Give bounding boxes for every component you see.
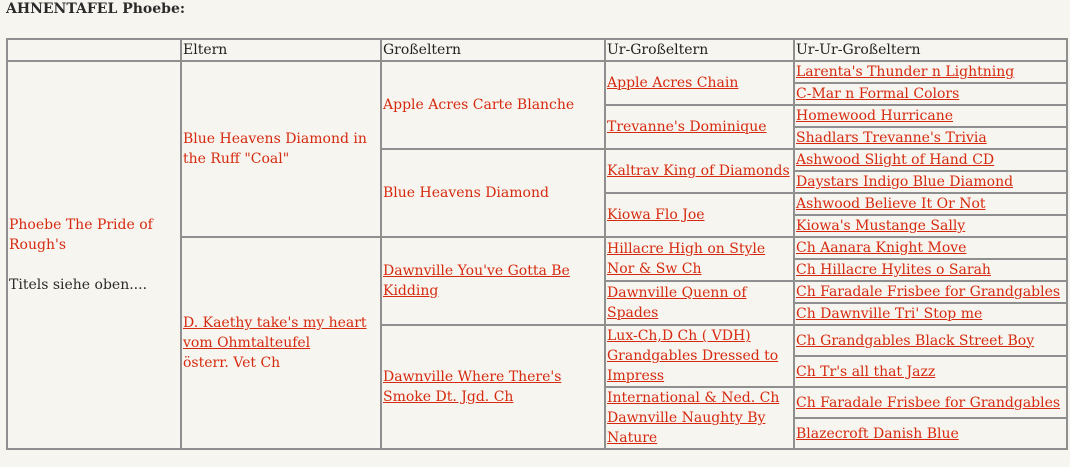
ggg-link-4[interactable]: Shadlars Trevanne's Trivia (796, 130, 987, 146)
ggg-link-14[interactable]: Ch Tr's all that Jazz (796, 364, 935, 380)
great-grandparent-link-4[interactable]: Kiowa Flo Joe (607, 207, 705, 223)
ggg-link-2[interactable]: C-Mar n Formal Colors (796, 86, 959, 102)
great-grandparent-link-7[interactable]: Lux-Ch,D Ch ( VDH) Grandgables Dressed t… (607, 328, 778, 384)
ggg-link-5[interactable]: Ashwood Slight of Hand CD (796, 152, 994, 168)
great-great-grandparent-cell: Ashwood Slight of Hand CD (793, 148, 1068, 172)
subject-note: Titels siehe oben.... (9, 277, 148, 293)
great-grandparent-cell: Lux-Ch,D Ch ( VDH) Grandgables Dressed t… (604, 324, 795, 388)
ggg-link-3[interactable]: Homewood Hurricane (796, 108, 953, 124)
great-grandparent-cell: Kiowa Flo Joe (604, 192, 795, 238)
great-grandparent-cell: Kaltrav King of Diamonds (604, 148, 795, 194)
header-parents: Eltern (180, 38, 382, 62)
ggg-link-10[interactable]: Ch Hillacre Hylites o Sarah (796, 262, 991, 278)
header-empty (6, 38, 182, 62)
great-great-grandparent-cell: Ch Faradale Frisbee for Grandgables (793, 386, 1068, 419)
great-grandparent-link-1[interactable]: Apple Acres Chain (607, 75, 738, 91)
parent-sire-cell: Blue Heavens Diamond in the Ruff "Coal" (180, 60, 382, 238)
great-great-grandparent-cell: Ch Faradale Frisbee for Grandgables (793, 280, 1068, 304)
great-great-grandparent-cell: Ashwood Believe It Or Not (793, 192, 1068, 216)
grandparent-link-4[interactable]: Dawnville Where There's Smoke Dt. Jgd. C… (383, 369, 561, 405)
ggg-link-15[interactable]: Ch Faradale Frisbee for Grandgables (796, 395, 1060, 411)
great-grandparent-cell: Trevanne's Dominique (604, 104, 795, 150)
great-great-grandparent-cell: Blazecroft Danish Blue (793, 417, 1068, 450)
great-grandparent-link-6[interactable]: Dawnville Quenn of Spades (607, 285, 747, 321)
great-grandparent-link-3[interactable]: Kaltrav King of Diamonds (607, 163, 790, 179)
ggg-link-8[interactable]: Kiowa's Mustange Sally (796, 218, 965, 234)
great-great-grandparent-cell: Shadlars Trevanne's Trivia (793, 126, 1068, 150)
parent-dam-link[interactable]: D. Kaethy take's my heart vom Ohmtalteuf… (183, 313, 379, 353)
great-grandparent-cell: Hillacre High on Style Nor & Sw Ch (604, 236, 795, 282)
ggg-link-6[interactable]: Daystars Indigo Blue Diamond (796, 174, 1013, 190)
grandparent-cell: Apple Acres Carte Blanche (380, 60, 606, 150)
great-great-grandparent-cell: C-Mar n Formal Colors (793, 82, 1068, 106)
ggg-link-1[interactable]: Larenta's Thunder n Lightning (796, 64, 1014, 80)
ggg-link-16[interactable]: Blazecroft Danish Blue (796, 426, 959, 442)
grandparent-link-3[interactable]: Dawnville You've Gotta Be Kidding (383, 263, 570, 299)
header-grandparents: Großeltern (380, 38, 606, 62)
grandparent-cell: Dawnville Where There's Smoke Dt. Jgd. C… (380, 324, 606, 450)
great-grandparent-link-8[interactable]: International & Ned. Ch Dawnville Naught… (607, 390, 779, 446)
parent-dam-cell: D. Kaethy take's my heart vom Ohmtalteuf… (180, 236, 382, 450)
ggg-link-7[interactable]: Ashwood Believe It Or Not (796, 196, 986, 212)
parent-dam-title: österr. Vet Ch (183, 355, 281, 371)
great-great-grandparent-cell: Larenta's Thunder n Lightning (793, 60, 1068, 84)
great-great-grandparent-cell: Homewood Hurricane (793, 104, 1068, 128)
pedigree-table: Eltern Großeltern Ur-Großeltern Ur-Ur-Gr… (6, 38, 1068, 450)
page-title: AHNENTAFEL Phoebe: (6, 1, 186, 17)
header-great-great-grandparents: Ur-Ur-Großeltern (793, 38, 1068, 62)
header-row: Eltern Großeltern Ur-Großeltern Ur-Ur-Gr… (6, 38, 1068, 62)
ggg-link-12[interactable]: Ch Dawnville Tri' Stop me (796, 306, 982, 322)
grandparent-2: Blue Heavens Diamond (383, 185, 549, 201)
grandparent-cell: Blue Heavens Diamond (380, 148, 606, 238)
great-grandparent-link-5[interactable]: Hillacre High on Style Nor & Sw Ch (607, 241, 765, 277)
ggg-link-9[interactable]: Ch Aanara Knight Move (796, 240, 966, 256)
great-great-grandparent-cell: Ch Dawnville Tri' Stop me (793, 302, 1068, 326)
grandparent-1: Apple Acres Carte Blanche (383, 97, 575, 113)
subject-name: Phoebe The Pride of Rough's (9, 217, 153, 253)
great-grandparent-cell: Apple Acres Chain (604, 60, 795, 106)
great-great-grandparent-cell: Ch Grandgables Black Street Boy (793, 324, 1068, 357)
ggg-link-13[interactable]: Ch Grandgables Black Street Boy (796, 333, 1034, 349)
great-great-grandparent-cell: Kiowa's Mustange Sally (793, 214, 1068, 238)
subject-cell: Phoebe The Pride of Rough's Titels siehe… (6, 60, 182, 450)
ggg-link-11[interactable]: Ch Faradale Frisbee for Grandgables (796, 284, 1060, 300)
great-great-grandparent-cell: Ch Tr's all that Jazz (793, 355, 1068, 388)
grandparent-cell: Dawnville You've Gotta Be Kidding (380, 236, 606, 326)
great-grandparent-cell: International & Ned. Ch Dawnville Naught… (604, 386, 795, 450)
header-great-grandparents: Ur-Großeltern (604, 38, 795, 62)
great-great-grandparent-cell: Ch Aanara Knight Move (793, 236, 1068, 260)
parent-sire: Blue Heavens Diamond in the Ruff "Coal" (183, 131, 367, 167)
great-grandparent-cell: Dawnville Quenn of Spades (604, 280, 795, 326)
great-great-grandparent-cell: Daystars Indigo Blue Diamond (793, 170, 1068, 194)
great-great-grandparent-cell: Ch Hillacre Hylites o Sarah (793, 258, 1068, 282)
great-grandparent-link-2[interactable]: Trevanne's Dominique (607, 119, 767, 135)
